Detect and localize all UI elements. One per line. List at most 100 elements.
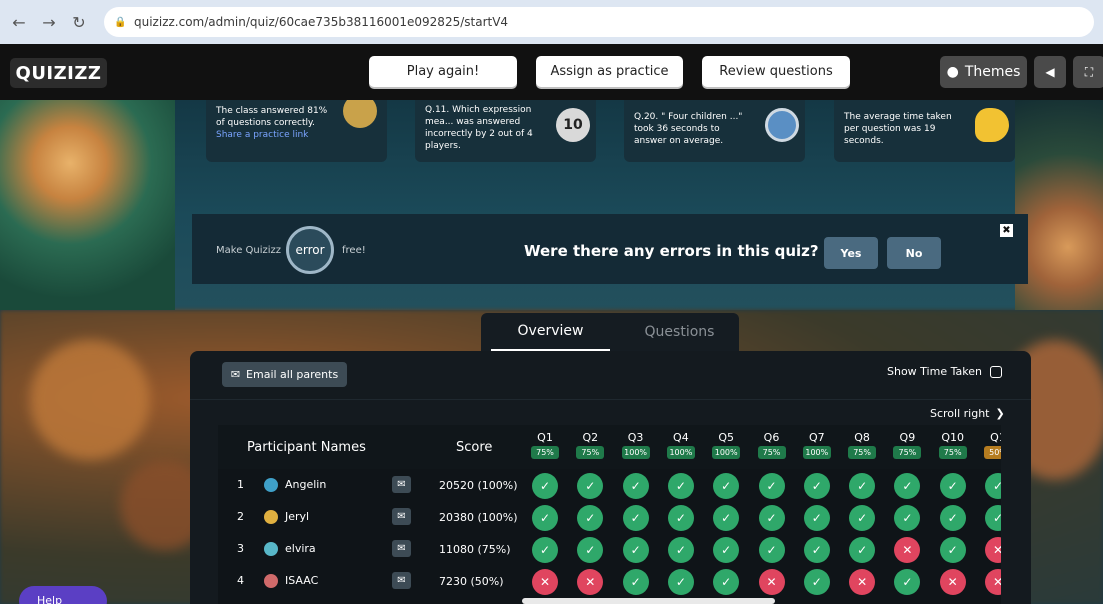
tab-questions[interactable]: Questions <box>620 313 739 351</box>
correct-answer-icon[interactable]: ✓ <box>758 473 785 499</box>
correct-answer-icon[interactable]: ✓ <box>577 537 604 563</box>
reload-icon[interactable]: ↻ <box>68 11 90 33</box>
question-header[interactable]: Q6 75% <box>757 431 787 459</box>
tab-overview[interactable]: Overview <box>491 313 610 351</box>
incorrect-answer-icon[interactable]: ✕ <box>849 569 876 595</box>
show-time-taken[interactable]: Show Time Taken <box>887 365 1002 378</box>
incorrect-answer-icon[interactable]: ✕ <box>577 569 604 595</box>
slowest-question-text: Q.20. " Four children ..." took 36 secon… <box>634 112 743 146</box>
incorrect-answer-icon[interactable]: ✕ <box>758 569 785 595</box>
incorrect-answer-icon[interactable]: ✕ <box>532 569 558 595</box>
show-time-checkbox[interactable] <box>989 365 1002 378</box>
correct-answer-icon[interactable]: ✓ <box>713 505 740 531</box>
correct-answer-icon[interactable]: ✓ <box>532 505 558 531</box>
quizizz-logo[interactable]: QUIZIZZ <box>10 58 107 88</box>
correct-answer-icon[interactable]: ✓ <box>667 569 694 595</box>
table-row[interactable]: 1 Angelin ✉ 20520 (100%) ✓ ✓ ✓ ✓ ✓ ✓ ✓ ✓ ✓ ✓ ✓ <box>218 469 1001 501</box>
correct-answer-icon[interactable]: ✓ <box>758 537 785 563</box>
question-header[interactable]: Q2 75% <box>575 431 605 459</box>
email-parent-icon[interactable]: ✉ <box>392 508 411 525</box>
correct-answer-icon[interactable]: ✓ <box>667 505 694 531</box>
avatar <box>264 542 278 556</box>
correct-answer-icon[interactable]: ✓ <box>667 473 694 499</box>
correct-answer-icon[interactable]: ✓ <box>622 569 649 595</box>
col-score[interactable]: Score <box>456 440 492 455</box>
correct-answer-icon[interactable]: ✓ <box>622 505 649 531</box>
correct-answer-icon[interactable]: ✓ <box>622 473 649 499</box>
play-again-button[interactable]: Play again! <box>369 56 517 87</box>
participant-name[interactable]: Angelin <box>285 478 326 491</box>
participant-name[interactable]: ISAAC <box>285 574 318 587</box>
correct-answer-icon[interactable]: ✓ <box>667 537 694 563</box>
incorrect-answer-icon[interactable]: ✕ <box>894 537 921 563</box>
question-accuracy-badge: 75% <box>938 446 967 459</box>
correct-answer-icon[interactable]: ✓ <box>803 569 830 595</box>
forward-icon[interactable]: → <box>38 11 60 33</box>
correct-answer-icon[interactable]: ✓ <box>622 537 649 563</box>
question-header[interactable]: Q150% <box>983 431 1001 459</box>
results-table: Participant Names Score Q1 75% Q2 75% Q3 100%… <box>218 425 1001 604</box>
correct-answer-icon[interactable]: ✓ <box>803 537 830 563</box>
question-header[interactable]: Q8 75% <box>847 431 877 459</box>
correct-answer-icon[interactable]: ✓ <box>939 473 966 499</box>
correct-answer-icon[interactable]: ✓ <box>713 537 740 563</box>
hardest-question-card: Q.11. Which expression mea... was answer… <box>415 100 596 162</box>
email-parent-icon[interactable]: ✉ <box>392 540 411 557</box>
question-header[interactable]: Q9 75% <box>892 431 922 459</box>
correct-answer-icon[interactable]: ✓ <box>758 505 785 531</box>
help-button[interactable]: Help <box>19 586 107 604</box>
question-header[interactable]: Q1 75% <box>530 431 560 459</box>
background-scene: The class answered 81% of questions corr… <box>0 100 1103 604</box>
correct-answer-icon[interactable]: ✓ <box>849 537 876 563</box>
close-icon[interactable]: ✖ <box>1000 224 1013 237</box>
correct-answer-icon[interactable]: ✓ <box>713 569 740 595</box>
correct-answer-icon[interactable]: ✓ <box>577 473 604 499</box>
question-header[interactable]: Q5 100% <box>711 431 741 459</box>
correct-answer-icon[interactable]: ✓ <box>849 505 876 531</box>
correct-answer-icon[interactable]: ✓ <box>803 505 830 531</box>
correct-answer-icon[interactable]: ✓ <box>894 505 921 531</box>
address-bar[interactable]: 🔒 quizizz.com/admin/quiz/60cae735b381160… <box>104 7 1094 37</box>
col-participant-names: Participant Names <box>247 440 366 455</box>
share-practice-link[interactable]: Share a practice link <box>216 129 377 141</box>
email-all-parents-button[interactable]: ✉ Email all parents <box>222 362 347 387</box>
incorrect-answer-icon[interactable]: ✕ <box>939 569 966 595</box>
correct-answer-icon[interactable]: ✓ <box>985 505 1001 531</box>
yes-button[interactable]: Yes <box>824 237 878 269</box>
back-icon[interactable]: ← <box>8 11 30 33</box>
incorrect-answer-icon[interactable]: ✕ <box>985 569 1001 595</box>
correct-answer-icon[interactable]: ✓ <box>803 473 830 499</box>
scroll-right-button[interactable]: Scroll right ❯ <box>930 407 1005 420</box>
mail-icon: ✉ <box>230 368 241 381</box>
review-questions-button[interactable]: Review questions <box>702 56 850 87</box>
participant-name[interactable]: Jeryl <box>285 510 309 523</box>
question-header[interactable]: Q10 75% <box>938 431 968 459</box>
question-header[interactable]: Q4 100% <box>666 431 696 459</box>
correct-answer-icon[interactable]: ✓ <box>713 473 740 499</box>
correct-answer-icon[interactable]: ✓ <box>894 569 921 595</box>
average-time-text: The average time taken per question was … <box>844 112 952 146</box>
table-row[interactable]: 2 Jeryl ✉ 20380 (100%) ✓ ✓ ✓ ✓ ✓ ✓ ✓ ✓ ✓ ✓ ✓ <box>218 501 1001 533</box>
correct-answer-icon[interactable]: ✓ <box>894 473 921 499</box>
correct-answer-icon[interactable]: ✓ <box>939 537 966 563</box>
no-button[interactable]: No <box>887 237 941 269</box>
sound-icon[interactable]: ◀ <box>1034 56 1066 88</box>
incorrect-answer-icon[interactable]: ✕ <box>985 537 1001 563</box>
table-row[interactable]: 4 ISAAC ✉ 7230 (50%) ✕ ✕ ✓ ✓ ✓ ✕ ✓ ✕ ✓ ✕ ✕ <box>218 565 1001 597</box>
correct-answer-icon[interactable]: ✓ <box>577 505 604 531</box>
correct-answer-icon[interactable]: ✓ <box>532 473 558 499</box>
table-row[interactable]: 3 elvira ✉ 11080 (75%) ✓ ✓ ✓ ✓ ✓ ✓ ✓ ✓ ✕ ✓ ✕ <box>218 533 1001 565</box>
correct-answer-icon[interactable]: ✓ <box>849 473 876 499</box>
question-header[interactable]: Q7 100% <box>802 431 832 459</box>
question-header[interactable]: Q3 100% <box>621 431 651 459</box>
correct-answer-icon[interactable]: ✓ <box>939 505 966 531</box>
assign-practice-button[interactable]: Assign as practice <box>536 56 683 87</box>
email-parent-icon[interactable]: ✉ <box>392 572 411 589</box>
participant-name[interactable]: elvira <box>285 542 316 555</box>
email-parent-icon[interactable]: ✉ <box>392 476 411 493</box>
correct-answer-icon[interactable]: ✓ <box>532 537 558 563</box>
horizontal-scrollbar[interactable] <box>522 598 775 604</box>
fullscreen-icon[interactable]: ⛶ <box>1073 56 1103 88</box>
correct-answer-icon[interactable]: ✓ <box>985 473 1001 499</box>
themes-button[interactable]: ● Themes <box>940 56 1027 88</box>
